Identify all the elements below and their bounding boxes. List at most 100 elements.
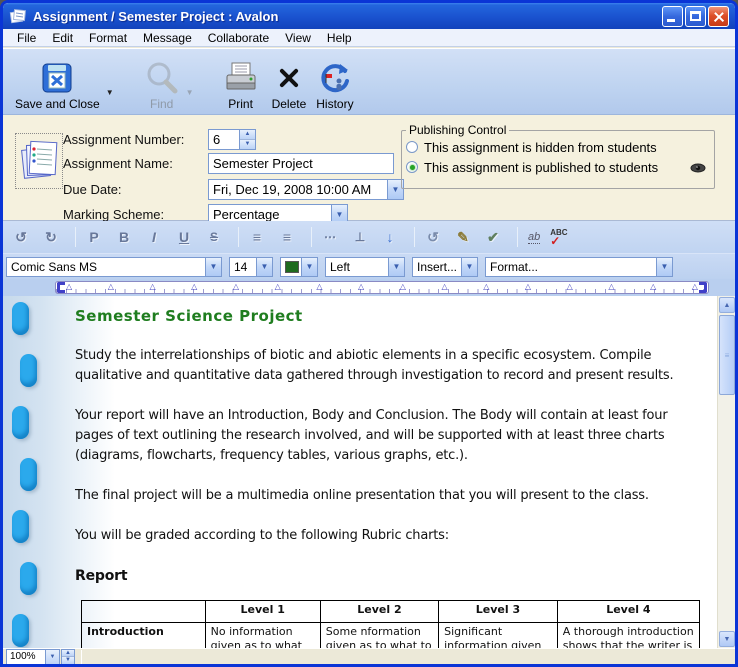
zoom-control[interactable]: 100% ▼ ▲ ▼ [6,649,75,665]
format-combobox[interactable]: Format... ▼ [485,257,673,277]
insert-below-icon[interactable]: ↓ [382,229,398,245]
zoom-spinner[interactable]: ▲ ▼ [61,649,75,665]
insert-chevron-icon[interactable]: ▼ [461,258,477,276]
save-and-close-button[interactable]: Save and Close [15,59,100,111]
close-button[interactable] [708,6,729,27]
font-combobox[interactable]: Comic Sans MS ▼ [6,257,222,277]
format-chevron-icon[interactable]: ▼ [656,258,672,276]
published-option-label: This assignment is published to students [424,160,658,175]
title-bar[interactable]: Assignment / Semester Project : Avalon [3,3,735,29]
due-date-value: Fri, Dec 19, 2008 10:00 AM [213,182,371,197]
main-toolbar: Save and Close ▼ Find ▼ [3,48,735,115]
undo-icon[interactable]: ↺ [13,229,29,246]
vertical-scrollbar[interactable]: ▲ ≡ ▼ [717,296,735,648]
save-dropdown-caret[interactable]: ▼ [106,88,114,97]
revert-icon[interactable]: ↺ [425,229,441,246]
scroll-up-button[interactable]: ▲ [719,297,735,313]
baseline-icon[interactable]: ⊥ [352,230,368,244]
paragraph-3: The final project will be a multimedia o… [75,486,700,506]
save-and-close-icon [40,59,74,97]
font-color-chevron-icon[interactable]: ▼ [301,258,317,276]
scroll-thumb[interactable]: ≡ [719,315,735,395]
accept-icon[interactable]: ✔ [485,229,501,246]
menu-view[interactable]: View [277,30,319,46]
font-value: Comic Sans MS [11,260,97,274]
font-size-chevron-icon[interactable]: ▼ [256,258,272,276]
publishing-control-legend: Publishing Control [406,123,509,137]
published-option-row[interactable]: This assignment is published to students [402,157,714,177]
zoom-value[interactable]: 100% [6,649,46,665]
spellcheck-icon[interactable]: ABC ✓ [550,229,572,245]
zoom-chevron-icon[interactable]: ▼ [46,649,60,665]
document-content: Semester Science Project Study the inter… [75,306,700,648]
scroll-down-button[interactable]: ▼ [719,631,735,647]
paragraph-4: You will be graded according to the foll… [75,526,700,546]
format-value: Format... [490,260,538,274]
outdent-icon[interactable]: ≡ [249,229,265,245]
print-button[interactable]: Print [224,59,258,111]
underline-icon[interactable]: U [176,229,192,245]
ruler[interactable]: △△△△△△△△△△△△△△△△ [55,281,709,294]
left-margin-marker[interactable] [57,282,65,293]
app-icon [9,8,27,24]
find-button[interactable]: Find [144,59,180,111]
spin-down-icon[interactable]: ▼ [240,140,255,149]
tab-stops-icon[interactable]: ⋯ [322,230,338,244]
assignment-number-spinner[interactable]: ▲ ▼ [240,129,256,150]
cell-level3: Significant information given reader is … [439,623,558,649]
marking-scheme-value: Percentage [213,207,280,222]
italic-icon[interactable]: I [146,229,162,245]
edit-pen-icon[interactable]: ✎ [455,229,471,246]
font-color-combobox[interactable]: ▼ [280,257,318,277]
find-dropdown-caret[interactable]: ▼ [186,88,194,97]
print-label: Print [228,97,253,111]
eye-icon [690,161,706,176]
right-margin-marker[interactable] [699,282,707,293]
due-date-combobox[interactable]: Fri, Dec 19, 2008 10:00 AM ▼ [208,179,404,200]
spin-up-icon[interactable]: ▲ [240,130,255,140]
document-editor[interactable]: Semester Science Project Study the inter… [3,296,717,648]
menu-help[interactable]: Help [319,30,360,46]
published-radio[interactable] [406,161,418,173]
hidden-option-row[interactable]: This assignment is hidden from students [402,137,714,157]
bold-icon[interactable]: B [116,229,132,245]
menu-bar: File Edit Format Message Collaborate Vie… [3,29,735,47]
maximize-button[interactable] [685,6,706,27]
table-header-row: Level 1 Level 2 Level 3 Level 4 [82,601,700,623]
assignment-icon[interactable] [15,133,63,189]
assignment-name-input[interactable]: Semester Project [208,153,394,174]
menu-collaborate[interactable]: Collaborate [200,30,277,46]
insert-combobox[interactable]: Insert... ▼ [412,257,478,277]
minimize-button[interactable] [662,6,683,27]
menu-format[interactable]: Format [81,30,135,46]
history-icon [318,59,352,97]
align-chevron-icon[interactable]: ▼ [388,258,404,276]
tab-stop-markers: △△△△△△△△△△△△△△△△ [66,281,698,292]
delete-button[interactable]: Delete [272,59,307,111]
menu-file[interactable]: File [9,30,44,46]
history-button[interactable]: History [316,59,353,111]
paragraph-style-icon[interactable]: P [86,229,102,245]
assignment-number-label: Assignment Number: [63,132,208,147]
redo-icon[interactable]: ↻ [43,229,59,246]
header-level1: Level 1 [205,601,320,623]
menu-message[interactable]: Message [135,30,200,46]
align-value: Left [330,260,350,274]
header-blank [82,601,206,623]
delete-label: Delete [272,97,307,111]
assignment-number-input[interactable]: 6 [208,129,240,150]
signature-icon[interactable]: ab [528,231,540,244]
font-chevron-icon[interactable]: ▼ [205,258,221,276]
header-level3: Level 3 [439,601,558,623]
assignment-name-label: Assignment Name: [63,156,208,171]
menu-edit[interactable]: Edit [44,30,81,46]
hidden-radio[interactable] [406,141,418,153]
delete-icon [276,59,302,97]
report-section-label: Report [75,566,700,586]
align-combobox[interactable]: Left ▼ [325,257,405,277]
header-level4: Level 4 [557,601,699,623]
app-window: Assignment / Semester Project : Avalon F… [0,0,738,667]
font-size-combobox[interactable]: 14 ▼ [229,257,273,277]
indent-icon[interactable]: ≡ [279,229,295,245]
strikethrough-icon[interactable]: S [206,230,222,244]
